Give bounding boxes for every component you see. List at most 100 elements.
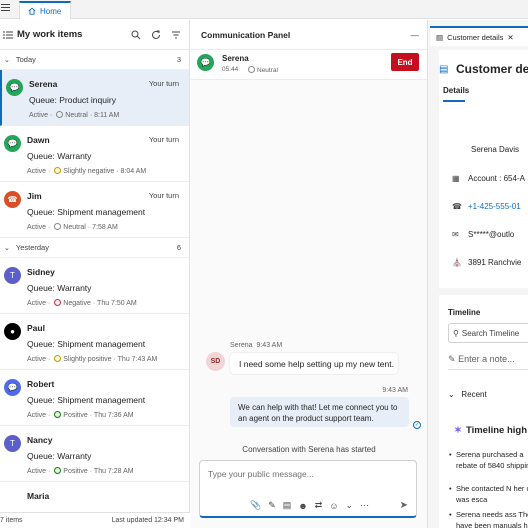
chevron-down-icon: ⌄ [4,244,10,252]
kb-search-icon[interactable]: ▤ [283,500,292,511]
email-row[interactable]: ✉ S*****@outlo [452,230,514,239]
phone-row[interactable]: ☎ +1-425-555-01 [452,202,521,211]
work-item-name: Serena [29,79,58,89]
sentiment-icon [248,66,255,73]
work-item-queue: Queue: Shipment management [27,395,146,405]
work-item-robert[interactable]: 💬 Robert Queue: Shipment management Acti… [0,370,189,426]
message-time: 9:43 AM [382,387,408,394]
refresh-icon[interactable] [151,30,161,40]
chevron-down-icon: ⌄ [448,390,455,399]
group-header-today[interactable]: ⌄ Today 3 [0,50,189,70]
turn-badge: Your turn [148,191,179,200]
customer-details-title: Customer det [456,62,528,76]
message-composer[interactable]: Type your public message... 📎 ✎ ▤ ☻ ⇄ ☺ … [199,460,417,518]
work-item-meta: Active · Positive · Thu 7:36 AM [27,411,134,419]
tab-indicator [443,100,465,102]
tab-home[interactable]: Home [19,1,71,19]
work-item-jim[interactable]: ☎ Jim Your turn Queue: Shipment manageme… [0,182,189,238]
system-message: Conversation with Serena has started [242,445,376,454]
send-icon[interactable]: ➤ [400,500,408,511]
chat-channel-icon: 💬 [4,379,21,396]
emoji-icon[interactable]: ☺ [329,501,338,511]
chat-channel-icon: 💬 [6,79,23,96]
chat-channel-icon: 💬 [197,54,214,71]
attach-icon[interactable]: 📎 [250,500,261,511]
last-updated: Last updated 12:34 PM [111,517,184,524]
phone-icon: ☎ [452,202,462,211]
work-item-name: Maria [27,491,50,501]
timeline-search-input[interactable]: ⚲ Search Timeline [448,323,528,343]
call-bar: 💬 Serena 05:44 Neutral End [191,50,427,80]
work-item-paul[interactable]: ● Paul Queue: Shipment management Active… [0,314,189,370]
work-item-meta: Active · Slightly negative · 8:04 AM [27,167,147,175]
tab-details[interactable]: Details [443,86,469,95]
sentiment-icon [54,355,62,362]
consult-icon[interactable]: ☻ [298,501,307,511]
tab-customer-details[interactable]: ▤ Customer details ✕ [430,26,528,46]
highlight-bullet: Serena needs ass There have been manuals… [449,509,528,528]
customer-details-card: ▤ Customer det Details Serena Davis ▦ Acc… [439,50,528,288]
work-item-queue: Queue: Warranty [27,151,92,161]
work-item-sidney[interactable]: T Sidney Queue: Warranty Active · Negati… [0,258,189,314]
turn-badge: Your turn [148,135,179,144]
search-icon: ⚲ [453,328,459,338]
recent-section[interactable]: ⌄ Recent [448,390,487,399]
end-button[interactable]: End [391,53,419,71]
delivered-check-icon: ✓ [413,421,421,429]
customer-message: I need some help setting up my new tent. [230,353,398,374]
group-header-yesterday[interactable]: ⌄ Yesterday 6 [0,238,189,258]
filter-icon[interactable] [171,30,181,40]
chevron-down-icon[interactable]: ⌄ [346,500,354,511]
work-item-nancy[interactable]: T Nancy Queue: Warranty Active · Positiv… [0,426,189,482]
communication-panel: Communication Panel — 💬 Serena 05:44 Neu… [191,20,427,528]
caller-name: Serena [222,54,249,63]
mail-icon: ✉ [452,230,459,239]
work-item-name: Sidney [27,267,55,277]
messenger-channel-icon: ● [4,323,21,340]
transfer-icon[interactable]: ⇄ [315,500,323,511]
work-item-name: Nancy [27,435,53,445]
work-item-serena[interactable]: 💬 Serena Your turn Queue: Product inquir… [0,70,189,126]
tab-label: Customer details [447,32,504,42]
sentiment-icon [54,223,62,230]
account-row[interactable]: ▦ Account : 654-A [452,174,525,183]
highlight-bullet: She contacted N her case was esca [449,483,528,505]
work-item-name: Robert [27,379,55,389]
work-item-meta: Active · Slightly positive · Thu 7:43 AM [27,355,158,363]
call-sentiment: Neutral [246,66,278,74]
call-timer: 05:44 [222,66,239,73]
message-meta: Serena 9:43 AM [230,342,283,349]
quick-reply-icon[interactable]: ✎ [268,500,276,511]
more-icon[interactable]: ⋯ [360,500,369,511]
work-items-header: My work items [0,20,189,50]
work-item-dawn[interactable]: 💬 Dawn Your turn Queue: Warranty Active … [0,126,189,182]
contact-card-icon: ▤ [439,64,449,75]
menu-icon[interactable] [1,4,10,14]
briefcase-icon: ▦ [452,174,460,183]
pencil-icon: ✎ [448,354,456,364]
item-count: 7 items [0,517,23,524]
sentiment-icon [54,299,62,306]
chevron-down-icon: ⌄ [4,56,10,64]
work-item-meta: Active · Neutral · 8:11 AM [29,111,120,119]
agent-message: We can help with that! Let me connect yo… [230,397,409,427]
top-bar: Home [0,0,528,19]
search-icon[interactable] [131,30,141,40]
work-item-meta: Active · Positive · Thu 7:28 AM [27,467,134,475]
address-row[interactable]: ⛪ 3891 Ranchvie [452,258,521,267]
copilot-icon: ✶ [454,425,462,436]
work-item-name: Jim [27,191,42,201]
work-items-footer: 7 items Last updated 12:34 PM [0,512,190,528]
note-input[interactable]: ✎ Enter a note... [448,354,528,370]
chat-channel-icon: 💬 [4,135,21,152]
work-item-queue: Queue: Warranty [27,283,92,293]
minimize-icon[interactable]: — [411,30,420,40]
work-item-queue: Queue: Shipment management [27,207,146,217]
close-icon[interactable]: ✕ [507,33,513,42]
work-item-name: Dawn [27,135,50,145]
work-item-queue: Queue: Product inquiry [29,95,116,105]
work-item-meta: Active · Negative · Thu 7:50 AM [27,299,137,307]
work-item-name: Paul [27,323,45,333]
avatar: SD [206,352,225,371]
customer-name: Serena Davis [471,145,520,154]
